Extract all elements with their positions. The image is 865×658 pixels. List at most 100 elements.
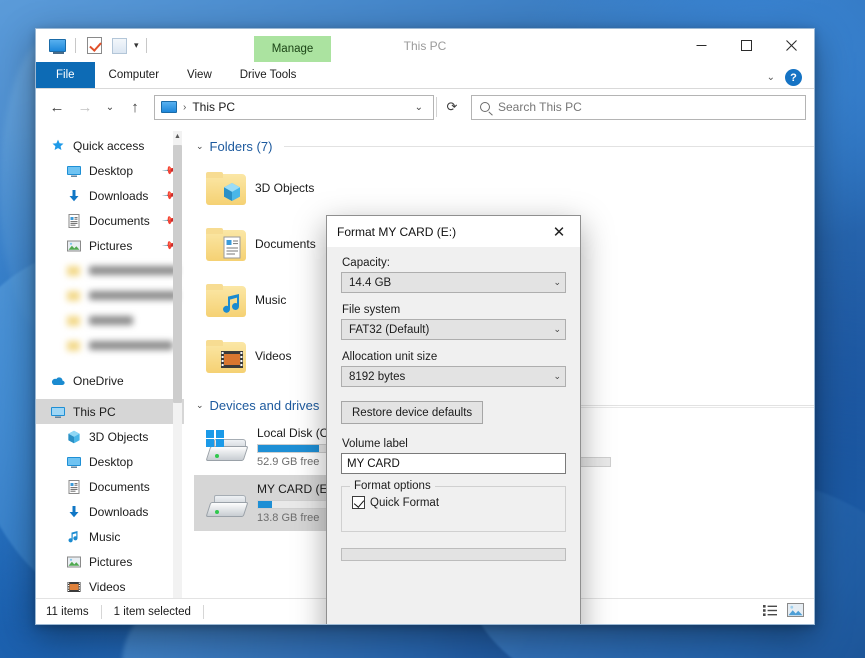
sidebar-item-downloads-2[interactable]: Downloads	[36, 499, 184, 524]
sidebar-item-pictures-2[interactable]: Pictures	[36, 549, 184, 574]
chevron-down-icon[interactable]: ⌄	[196, 141, 204, 152]
address-bar: ← → ⌄ ↑ › This PC ⌄ ⟳ Search This PC	[36, 89, 814, 125]
documents-icon	[66, 479, 82, 495]
dialog-close-button[interactable]: ✕	[538, 216, 580, 247]
downloads-icon	[66, 188, 82, 204]
new-folder-icon[interactable]	[108, 35, 130, 57]
file-system-dropdown[interactable]: FAT32 (Default) ⌄	[341, 319, 566, 340]
list-item-label: 3D Objects	[255, 181, 314, 195]
scroll-up-arrow-icon[interactable]: ▲	[173, 131, 182, 142]
list-item-label: Music	[255, 293, 286, 307]
sidebar-item-label: Desktop	[89, 455, 133, 469]
sidebar-item-videos[interactable]: Videos	[36, 574, 184, 598]
chevron-down-icon[interactable]: ⌄	[767, 72, 775, 83]
refresh-button[interactable]: ⟳	[439, 99, 465, 115]
address-dropdown-icon[interactable]: ⌄	[409, 102, 429, 113]
allocation-unit-dropdown[interactable]: 8192 bytes ⌄	[341, 366, 566, 387]
sidebar-item-label	[89, 341, 173, 350]
sidebar-item-desktop[interactable]: Desktop 📌	[36, 158, 184, 183]
music-folder-icon	[206, 284, 246, 317]
search-input[interactable]: Search This PC	[471, 95, 806, 120]
breadcrumb-separator: ›	[183, 102, 186, 113]
capacity-value: 14.4 GB	[349, 277, 553, 289]
volume-label-value: MY CARD	[347, 458, 400, 470]
sidebar-item-music[interactable]: Music	[36, 524, 184, 549]
documents-folder-icon	[206, 228, 246, 261]
sidebar-item-label: Pictures	[89, 239, 132, 253]
sidebar-item-3d-objects[interactable]: 3D Objects	[36, 424, 184, 449]
capacity-dropdown[interactable]: 14.4 GB ⌄	[341, 272, 566, 293]
sidebar-item-pictures[interactable]: Pictures 📌	[36, 233, 184, 258]
sidebar-item-this-pc[interactable]: This PC	[36, 399, 184, 424]
file-system-label: File system	[342, 304, 566, 316]
tab-computer[interactable]: Computer	[95, 62, 174, 88]
nav-pane-scrollbar[interactable]: ▲	[173, 131, 182, 598]
list-item-label: Videos	[255, 349, 291, 363]
chevron-down-icon[interactable]: ⌄	[553, 324, 561, 335]
sidebar-item-label: Documents	[89, 480, 150, 494]
list-item[interactable]: 3D Objects	[194, 160, 370, 216]
format-options-legend: Format options	[350, 480, 435, 492]
sidebar-item-redacted-1[interactable]	[36, 258, 184, 283]
status-divider-2	[203, 605, 204, 619]
volume-label-input[interactable]: MY CARD	[341, 453, 566, 474]
chevron-down-icon[interactable]: ⌄	[553, 277, 561, 288]
sidebar-item-label: Downloads	[89, 189, 148, 203]
this-pc-icon[interactable]	[46, 35, 68, 57]
help-icon[interactable]: ?	[785, 69, 802, 86]
star-icon	[50, 138, 66, 154]
properties-icon[interactable]	[83, 35, 105, 57]
details-view-icon[interactable]	[763, 604, 778, 620]
file-system-value: FAT32 (Default)	[349, 324, 553, 336]
sidebar-item-redacted-4[interactable]	[36, 333, 184, 358]
sidebar-item-documents[interactable]: Documents 📌	[36, 208, 184, 233]
dialog-title-bar: Format MY CARD (E:) ✕	[327, 216, 580, 247]
documents-icon	[66, 213, 82, 229]
tab-view[interactable]: View	[173, 62, 226, 88]
sidebar-item-quick-access[interactable]: Quick access	[36, 133, 184, 158]
close-button[interactable]	[769, 29, 814, 62]
sidebar-item-label: Downloads	[89, 505, 148, 519]
scrollbar-thumb[interactable]	[173, 145, 182, 403]
maximize-button[interactable]	[724, 29, 769, 62]
recent-locations-button[interactable]: ⌄	[100, 94, 120, 120]
sidebar-item-label	[89, 266, 178, 275]
sidebar-item-label: OneDrive	[73, 374, 124, 388]
sidebar-item-documents-2[interactable]: Documents	[36, 474, 184, 499]
address-this-pc-icon	[161, 101, 177, 113]
large-icons-view-icon[interactable]	[787, 603, 804, 620]
tab-file[interactable]: File	[36, 62, 95, 88]
chevron-down-icon[interactable]: ⌄	[553, 371, 561, 382]
status-divider	[101, 605, 102, 619]
sidebar-item-label: Documents	[89, 214, 150, 228]
tab-drive-tools[interactable]: Drive Tools	[226, 62, 311, 88]
sidebar-item-label	[89, 316, 133, 325]
allocation-unit-value: 8192 bytes	[349, 371, 553, 383]
capacity-label: Capacity:	[342, 257, 566, 269]
quick-format-label: Quick Format	[370, 497, 439, 509]
customize-chevron-icon[interactable]: ▾	[134, 40, 139, 51]
address-input[interactable]: › This PC ⌄	[154, 95, 434, 120]
dialog-title: Format MY CARD (E:)	[337, 225, 456, 239]
folder-icon	[66, 288, 82, 304]
up-button[interactable]: ↑	[122, 94, 148, 120]
sidebar-item-downloads[interactable]: Downloads 📌	[36, 183, 184, 208]
quick-format-checkbox[interactable]	[352, 496, 365, 509]
windows-logo-icon	[206, 430, 224, 447]
back-button[interactable]: ←	[44, 94, 70, 120]
sidebar-item-label: Desktop	[89, 164, 133, 178]
folders-group-header[interactable]: ⌄ Folders (7)	[196, 139, 814, 154]
sidebar-item-redacted-2[interactable]	[36, 283, 184, 308]
address-divider	[436, 97, 437, 117]
downloads-icon	[66, 504, 82, 520]
sidebar-item-onedrive[interactable]: OneDrive	[36, 368, 184, 393]
chevron-down-icon[interactable]: ⌄	[196, 400, 204, 411]
sidebar-item-label: 3D Objects	[89, 430, 148, 444]
restore-device-defaults-button[interactable]: Restore device defaults	[341, 401, 483, 424]
quick-format-checkbox-row[interactable]: Quick Format	[352, 496, 555, 509]
sidebar-item-label: Music	[89, 530, 120, 544]
minimize-button[interactable]	[679, 29, 724, 62]
sidebar-item-redacted-3[interactable]	[36, 308, 184, 333]
sidebar-item-desktop-2[interactable]: Desktop	[36, 449, 184, 474]
sidebar-item-label	[89, 291, 178, 300]
